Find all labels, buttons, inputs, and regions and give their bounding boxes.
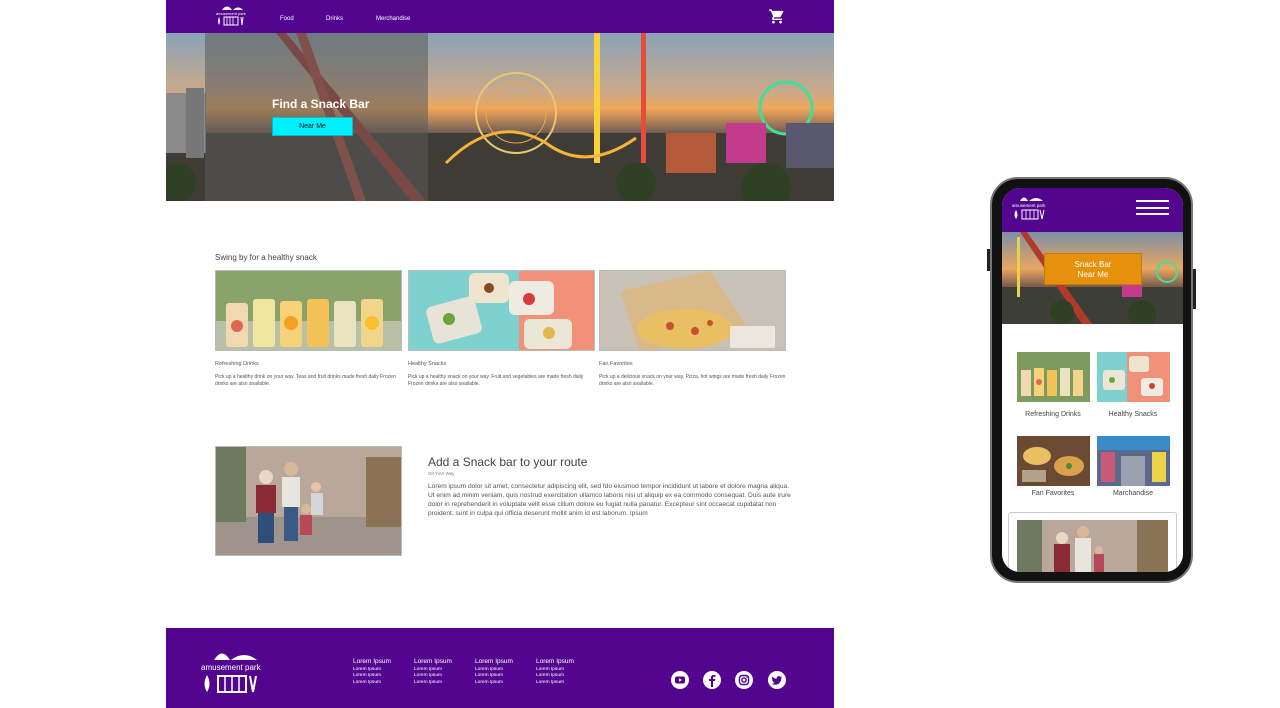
card-refreshing-drinks[interactable]: Refreshing Drinks Pick up a healthy drin… xyxy=(215,270,402,388)
snacks-image xyxy=(408,270,595,351)
mobile-logo[interactable]: amusement park xyxy=(1012,192,1048,222)
footer-link[interactable]: Lorem Ipsum xyxy=(353,667,391,672)
nav-drinks[interactable]: Drinks xyxy=(326,16,343,22)
footer-column: Lorem Ipsum Lorem Ipsum Lorem Ipsum Lore… xyxy=(414,658,452,685)
footer-logo[interactable]: amusement park xyxy=(200,644,266,696)
tile-refreshing-drinks[interactable] xyxy=(1017,352,1090,402)
nav-merchandise[interactable]: Merchandise xyxy=(376,16,410,22)
footer-link[interactable]: Lorem Ipsum xyxy=(475,673,513,678)
site-footer: amusement park Lorem Ipsum Lorem Ipsum L… xyxy=(166,628,834,708)
mobile-hero: Snack Bar Near Me xyxy=(1002,232,1183,324)
footer-heading: Lorem Ipsum xyxy=(353,658,391,665)
near-me-button[interactable]: Near Me xyxy=(272,117,353,136)
footer-link[interactable]: Lorem Ipsum xyxy=(475,667,513,672)
section-title: Swing by for a healthy snack xyxy=(215,253,317,262)
card-description: Pick up a healthy snack on your way. Fru… xyxy=(408,374,584,387)
card-description: Pick up a healthy drink on your way. Tea… xyxy=(215,374,396,387)
footer-link[interactable]: Lorem Ipsum xyxy=(536,680,574,685)
phone-screen: amusement park Snack Bar Near Me Refresh… xyxy=(1002,188,1183,572)
footer-link[interactable]: Lorem Ipsum xyxy=(536,667,574,672)
desktop-mockup: amusement park Food Drinks Merchandise F… xyxy=(166,0,834,708)
footer-column: Lorem Ipsum Lorem Ipsum Lorem Ipsum Lore… xyxy=(475,658,513,685)
footer-link[interactable]: Lorem Ipsum xyxy=(414,667,452,672)
footer-link[interactable]: Lorem Ipsum xyxy=(414,673,452,678)
card-title: Healthy Snacks xyxy=(408,361,447,367)
card-title: Fan Favorites xyxy=(599,361,633,367)
footer-link[interactable]: Lorem Ipsum xyxy=(536,673,574,678)
family-walking-image xyxy=(215,446,402,556)
park-logo[interactable]: amusement park xyxy=(214,2,248,28)
tile-label: Refreshing Drinks xyxy=(1025,411,1081,418)
mockup-stage: amusement park Food Drinks Merchandise F… xyxy=(0,0,1280,708)
volume-button xyxy=(987,249,990,271)
mobile-logo-text: amusement park xyxy=(1012,203,1046,208)
footer-heading: Lorem Ipsum xyxy=(536,658,574,665)
mobile-header: amusement park xyxy=(1002,188,1183,232)
logo-text: amusement park xyxy=(216,11,246,16)
hero-title: Find a Snack Bar xyxy=(272,97,370,111)
tile-merchandise[interactable] xyxy=(1097,436,1170,486)
nav-food[interactable]: Food xyxy=(280,16,294,22)
footer-column: Lorem Ipsum Lorem Ipsum Lorem Ipsum Lore… xyxy=(353,658,391,685)
tile-healthy-snacks[interactable] xyxy=(1097,352,1170,402)
footer-link[interactable]: Lorem Ipsum xyxy=(353,680,391,685)
tile-fan-favorites[interactable] xyxy=(1017,436,1090,486)
top-navigation: amusement park Food Drinks Merchandise xyxy=(166,0,834,33)
drinks-image xyxy=(215,270,402,351)
mobile-button-line: Snack Bar xyxy=(1074,260,1112,269)
footer-link[interactable]: Lorem Ipsum xyxy=(353,673,391,678)
tile-label: Fan Favorites xyxy=(1031,490,1075,497)
facebook-icon[interactable] xyxy=(703,671,721,689)
footer-heading: Lorem Ipsum xyxy=(475,658,513,665)
hero-banner: Find a Snack Bar Near Me xyxy=(166,33,834,201)
footer-link[interactable]: Lorem Ipsum xyxy=(414,680,452,685)
route-subtitle: On Your Way xyxy=(428,471,455,476)
pizza-image xyxy=(599,270,786,351)
power-button xyxy=(1193,269,1196,309)
phone-mockup: amusement park Snack Bar Near Me Refresh… xyxy=(987,177,1196,583)
twitter-icon[interactable] xyxy=(768,671,786,689)
card-title: Refreshing Drinks xyxy=(215,361,259,367)
hamburger-menu-icon[interactable] xyxy=(1136,200,1169,215)
shopping-cart-icon[interactable] xyxy=(768,8,786,25)
card-fan-favorites[interactable]: Fan Favorites Pick up a delicious snack … xyxy=(599,270,786,388)
instagram-icon[interactable] xyxy=(735,671,753,689)
footer-column: Lorem Ipsum Lorem Ipsum Lorem Ipsum Lore… xyxy=(536,658,574,685)
footer-logo-text: amusement park xyxy=(201,663,262,672)
footer-heading: Lorem Ipsum xyxy=(414,658,452,665)
route-body-text: Lorem ipsum dolor sit amet, consectetur … xyxy=(428,483,791,517)
mobile-family-image xyxy=(1017,520,1168,572)
mobile-button-line: Near Me xyxy=(1077,270,1109,279)
route-title: Add a Snack bar to your route xyxy=(428,455,588,469)
mobile-near-me-button[interactable]: Snack Bar Near Me xyxy=(1044,253,1142,285)
tile-label: Marchandise xyxy=(1112,490,1154,497)
youtube-icon[interactable] xyxy=(671,671,689,689)
footer-link[interactable]: Lorem Ipsum xyxy=(475,680,513,685)
card-healthy-snacks[interactable]: Healthy Snacks Pick up a healthy snack o… xyxy=(408,270,595,388)
card-description: Pick up a delicious snack on your way. P… xyxy=(599,374,786,387)
tile-label: Healthy Snacks xyxy=(1108,411,1158,418)
